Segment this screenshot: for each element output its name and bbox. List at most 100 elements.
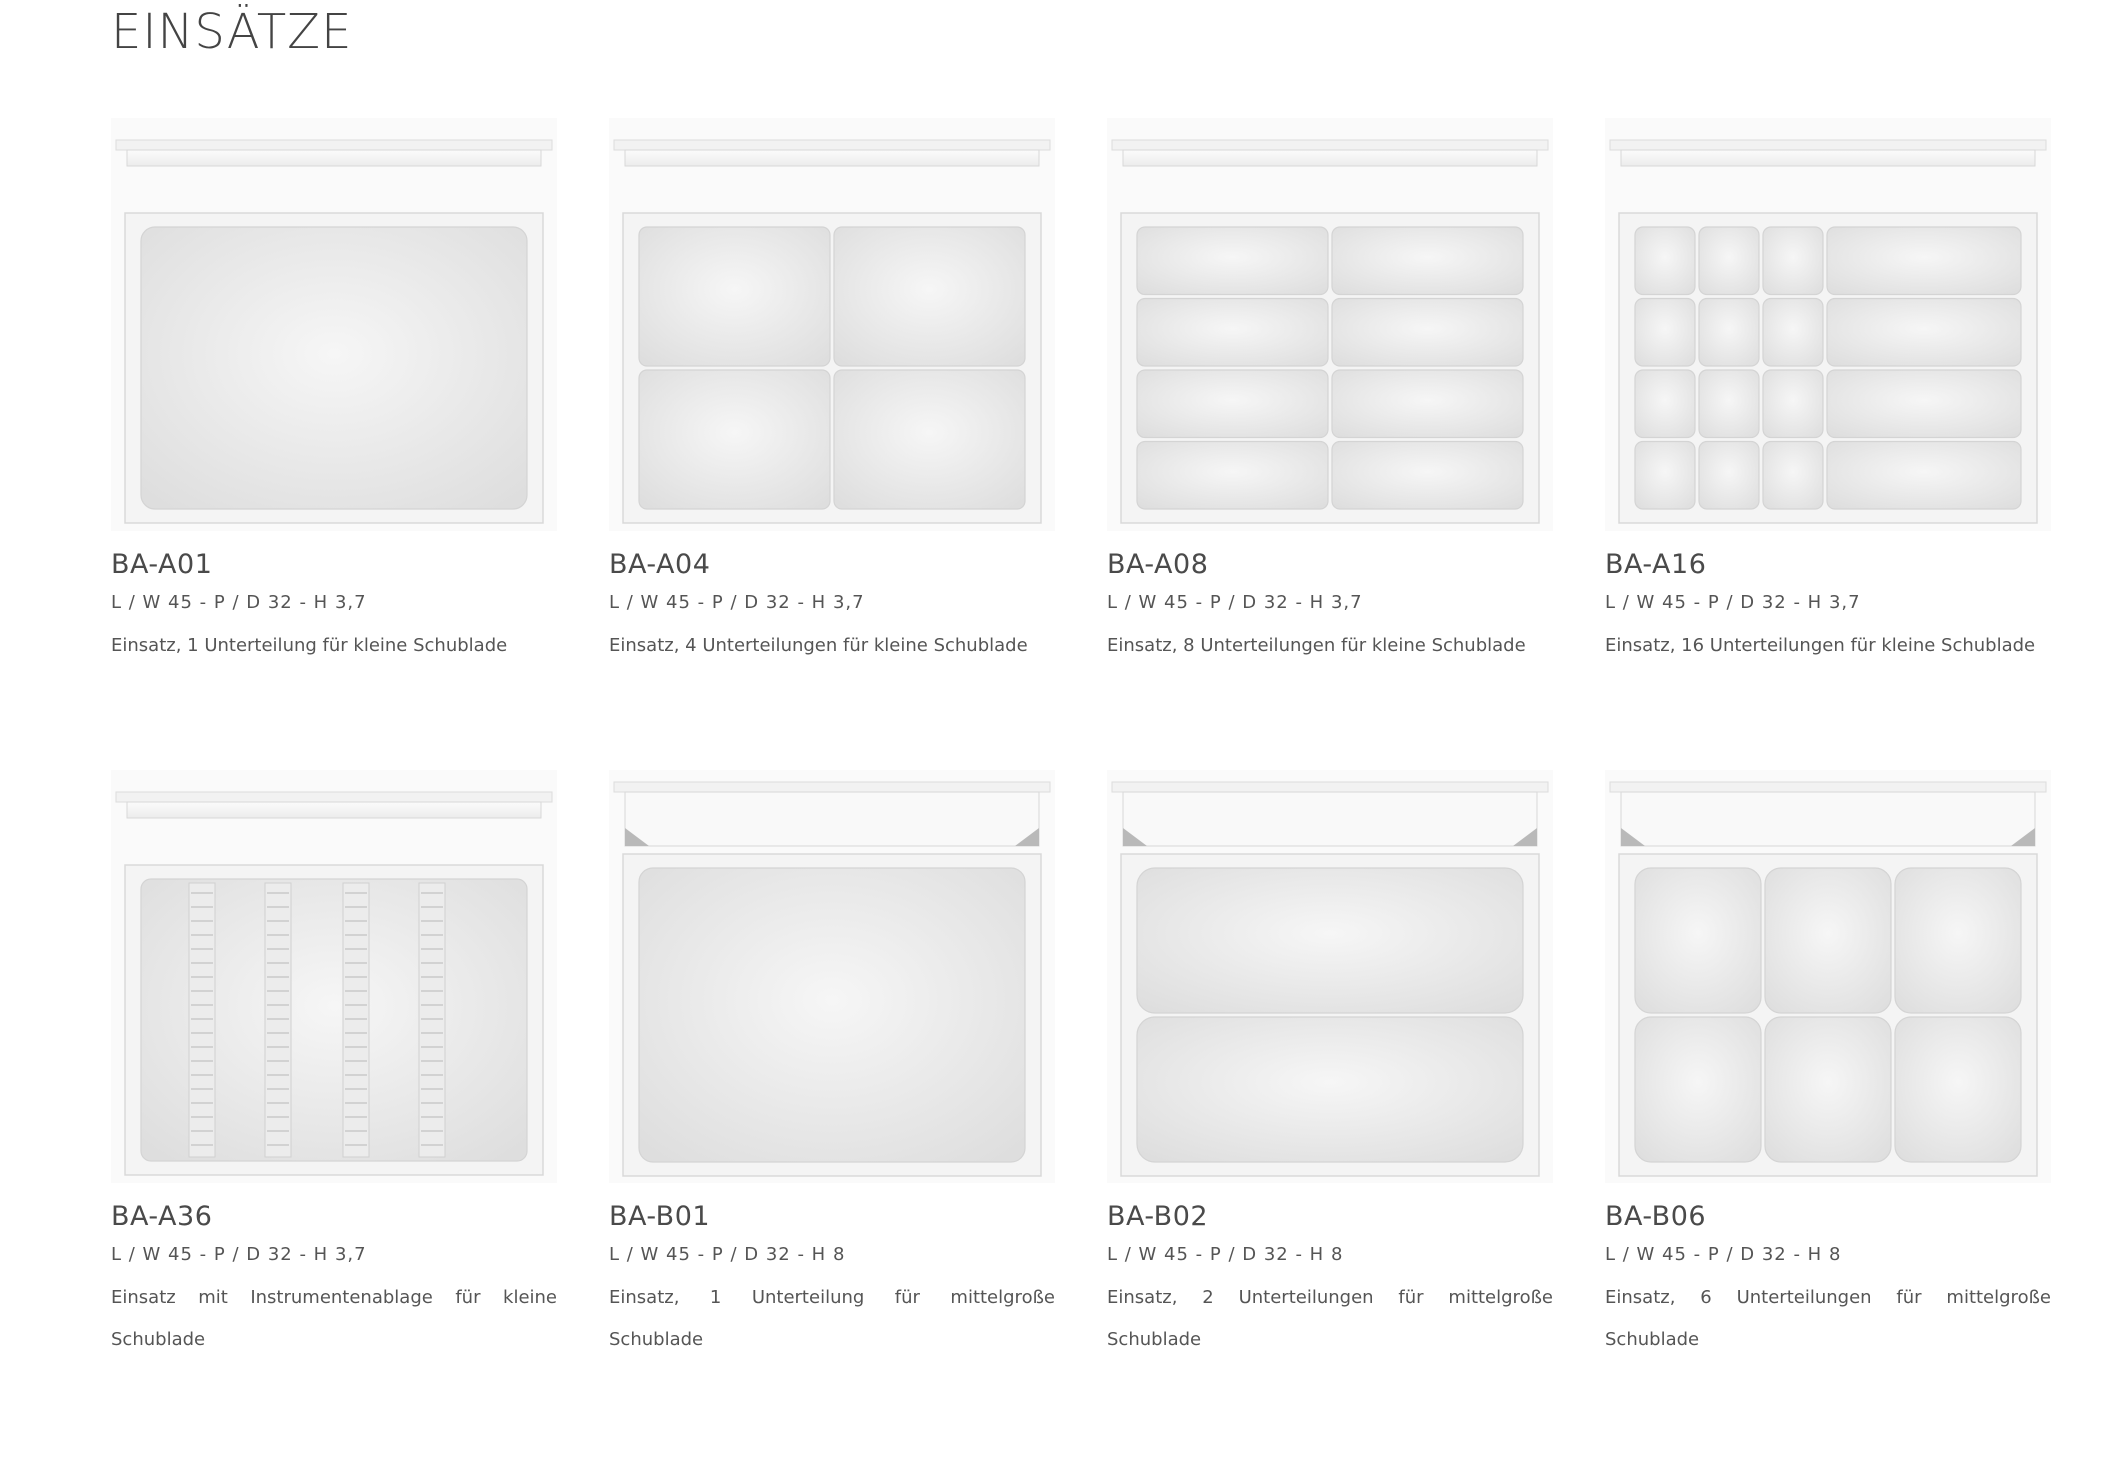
compartment [1698,440,1760,510]
product-card[interactable]: BA-A16 L / W 45 - P / D 32 - H 3,7 Einsa… [1605,118,2051,770]
product-card[interactable]: BA-B01 L / W 45 - P / D 32 - H 8 Einsatz… [609,770,1055,1350]
compartment [1331,369,1524,439]
product-dimensions: L / W 45 - P / D 32 - H 8 [1605,1244,1842,1265]
compartment [1331,297,1524,367]
compartment [1698,297,1760,367]
lid-front [1122,791,1538,847]
product-description: Einsatz, 16 Unterteilungen für kleine Sc… [1605,635,2036,656]
product-code[interactable]: BA-A36 [111,1201,557,1232]
compartment [1634,440,1696,510]
product-card[interactable]: BA-A36 L / W 45 - P / D 32 - H 3,7 Einsa… [111,770,557,1350]
product-dimensions: L / W 45 - P / D 32 - H 8 [609,1244,846,1265]
product-code[interactable]: BA-B02 [1107,1201,1553,1232]
lid-front [624,791,1040,847]
compartment [1634,1016,1762,1163]
lid-top [1111,139,1549,151]
compartment [1894,867,2022,1014]
insert-illustration [111,770,557,1183]
compartment [1698,226,1760,296]
lid-top [1609,139,2047,151]
product-card[interactable]: BA-A01 L / W 45 - P / D 32 - H 3,7 Einsa… [111,118,557,770]
product-dimensions: L / W 45 - P / D 32 - H 8 [1107,1244,1344,1265]
compartment [1894,1016,2022,1163]
product-description: Einsatz, 1 Unterteilung für kleine Schub… [111,635,508,656]
product-description: Einsatz, 1 Unterteilung für mittelgroße … [609,1287,1055,1350]
insert-illustration [1107,770,1553,1183]
compartment [1762,226,1824,296]
lid-front [624,149,1040,167]
compartment [1826,440,2022,510]
compartment [1331,226,1524,296]
insert-illustration [1107,118,1553,531]
compartment [1764,867,1892,1014]
product-card[interactable]: BA-B06 L / W 45 - P / D 32 - H 8 Einsatz… [1605,770,2051,1350]
product-description: Einsatz, 6 Unterteilungen für mittelgroß… [1605,1287,2051,1350]
compartment [833,369,1026,510]
product-description: Einsatz, 2 Unterteilungen für mittelgroß… [1107,1287,1553,1350]
lid-front [1620,791,2036,847]
lid-top [1609,781,2047,793]
compartment [1826,226,2022,296]
compartment [1764,1016,1892,1163]
compartment [638,867,1026,1163]
product-code[interactable]: BA-A08 [1107,549,1553,580]
product-dimensions: L / W 45 - P / D 32 - H 3,7 [609,592,865,613]
compartment [638,226,831,367]
product-dimensions: L / W 45 - P / D 32 - H 3,7 [1605,592,1861,613]
compartment [1634,867,1762,1014]
compartment [1136,867,1524,1014]
product-card[interactable]: BA-A04 L / W 45 - P / D 32 - H 3,7 Einsa… [609,118,1055,770]
product-code[interactable]: BA-B06 [1605,1201,2051,1232]
product-image[interactable] [111,118,557,531]
compartment [1634,297,1696,367]
compartment [1762,297,1824,367]
lid-front [126,149,542,167]
product-image[interactable] [111,770,557,1183]
compartment [1698,369,1760,439]
compartment [1331,440,1524,510]
insert-illustration [609,770,1055,1183]
product-image[interactable] [1107,770,1553,1183]
compartment [1826,297,2022,367]
compartment [833,226,1026,367]
product-code[interactable]: BA-B01 [609,1201,1055,1232]
product-image[interactable] [1605,118,2051,531]
product-description: Einsatz, 4 Unterteilungen für kleine Sch… [609,635,1028,656]
product-description: Einsatz mit Instrumentenablage für klein… [111,1287,557,1350]
compartment [140,226,528,510]
lid-front [126,801,542,819]
lid-front [1620,149,2036,167]
product-image[interactable] [609,118,1055,531]
compartment [1762,369,1824,439]
product-dimensions: L / W 45 - P / D 32 - H 3,7 [111,1244,367,1265]
lid-top [1111,781,1549,793]
product-code[interactable]: BA-A16 [1605,549,2051,580]
product-code[interactable]: BA-A04 [609,549,1055,580]
lid-top [115,139,553,151]
lid-top [613,781,1051,793]
compartment [1136,226,1329,296]
compartment [1634,226,1696,296]
compartment [1762,440,1824,510]
lid-top [115,791,553,803]
compartment [1826,369,2022,439]
product-card[interactable]: BA-B02 L / W 45 - P / D 32 - H 8 Einsatz… [1107,770,1553,1350]
product-code[interactable]: BA-A01 [111,549,557,580]
product-description: Einsatz, 8 Unterteilungen für kleine Sch… [1107,635,1526,656]
product-grid: BA-A01 L / W 45 - P / D 32 - H 3,7 Einsa… [111,118,2051,1350]
compartment [1136,440,1329,510]
product-dimensions: L / W 45 - P / D 32 - H 3,7 [111,592,367,613]
product-card[interactable]: BA-A08 L / W 45 - P / D 32 - H 3,7 Einsa… [1107,118,1553,770]
product-image[interactable] [609,770,1055,1183]
compartment [1634,369,1696,439]
compartment [1136,1016,1524,1163]
compartment [1136,297,1329,367]
product-dimensions: L / W 45 - P / D 32 - H 3,7 [1107,592,1363,613]
lid-front [1122,149,1538,167]
product-image[interactable] [1107,118,1553,531]
page-title: EINSÄTZE [111,4,353,60]
compartment [638,369,831,510]
insert-illustration [1605,118,2051,531]
lid-top [613,139,1051,151]
product-image[interactable] [1605,770,2051,1183]
